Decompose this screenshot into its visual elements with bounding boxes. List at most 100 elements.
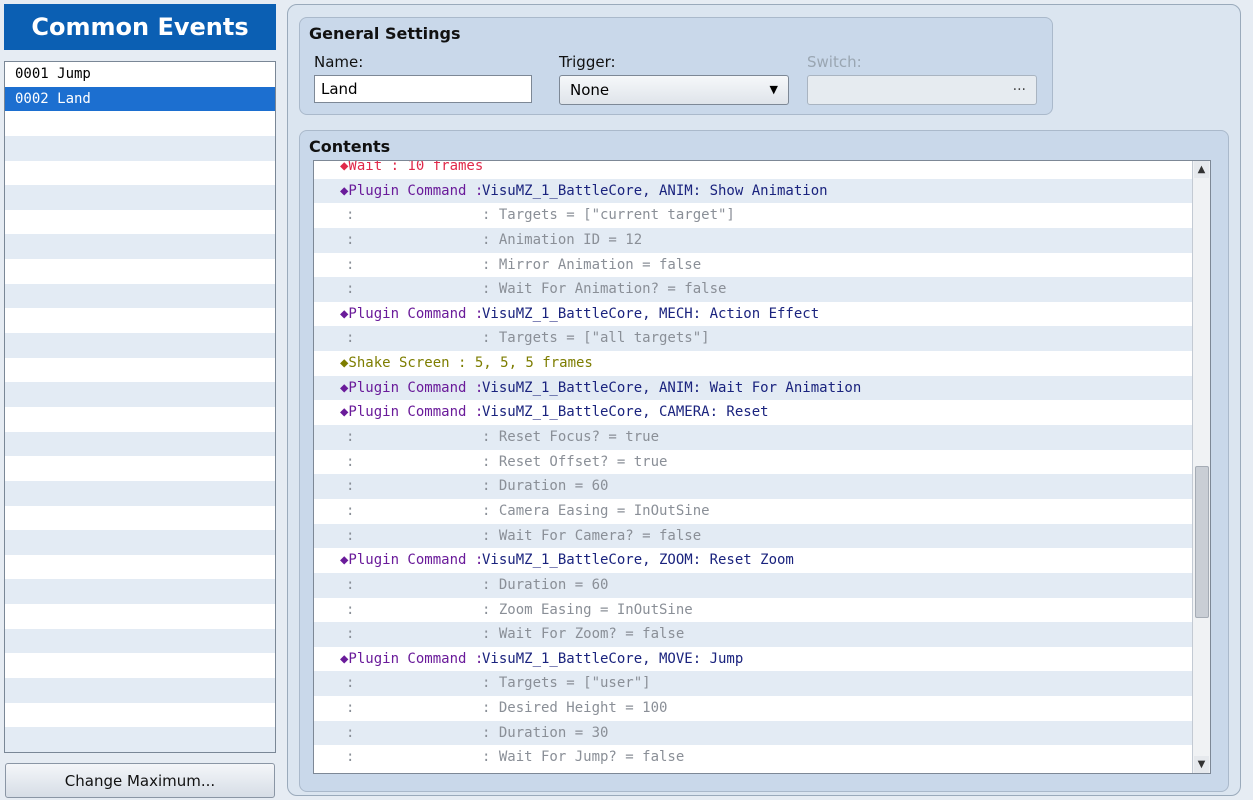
event-command-list[interactable]: ◆Wait : 10 frames ◆Plugin Command : VisuM…: [313, 160, 1211, 774]
event-list-empty-row[interactable]: [5, 135, 275, 161]
command-parameters: : Wait For Camera? = false: [482, 527, 702, 544]
event-list-item[interactable]: 0001 Jump: [5, 62, 275, 87]
command-row[interactable]: :: Wait For Zoom? = false: [314, 622, 1204, 647]
command-label: :: [346, 576, 355, 593]
command-label: :: [346, 281, 355, 298]
command-row[interactable]: :: Targets = ["all targets"]: [314, 326, 1204, 352]
switch-ellipsis-button: ...: [1012, 78, 1026, 94]
command-row[interactable]: :: Desired Height = 100: [314, 696, 1204, 721]
event-list-empty-row[interactable]: [5, 185, 275, 210]
command-row[interactable]: ◆Plugin Command : VisuMZ_1_BattleCore, M…: [314, 647, 1204, 672]
event-list-empty-row[interactable]: [5, 111, 275, 136]
command-label: ◆Wait : 10 frames: [340, 160, 484, 174]
command-row[interactable]: :: Wait For Camera? = false: [314, 523, 1204, 549]
command-row[interactable]: ◆Plugin Command : VisuMZ_1_BattleCore, C…: [314, 400, 1204, 425]
command-parameters: : Wait For Zoom? = false: [482, 626, 685, 643]
command-parameters: : Zoom Easing = InOutSine: [482, 601, 693, 618]
general-settings-section: General Settings Name: Trigger: Switch: …: [299, 17, 1053, 115]
switch-field: ...: [807, 75, 1037, 105]
vertical-scrollbar[interactable]: ▲ ▼: [1192, 161, 1210, 773]
command-row[interactable]: ◆Wait : 10 frames: [314, 160, 1204, 179]
command-label: :: [346, 724, 355, 741]
command-row[interactable]: :: Reset Offset? = true: [314, 450, 1204, 475]
event-list-empty-row[interactable]: [5, 431, 275, 457]
command-label: :: [346, 675, 355, 692]
event-list-empty-row[interactable]: [5, 161, 275, 186]
arrow-up-icon[interactable]: ▲: [1194, 161, 1209, 178]
command-label: :: [346, 700, 355, 717]
command-row[interactable]: : : Wait For Animation? = false: [314, 277, 1204, 302]
command-label: :: [346, 453, 355, 470]
event-list-empty-row[interactable]: [5, 480, 275, 506]
command-parameters: VisuMZ_1_BattleCore, MECH: Action Effect: [482, 305, 820, 322]
event-list-empty-row[interactable]: [5, 333, 275, 358]
command-label: :: [346, 478, 355, 495]
command-label: ◆Plugin Command :: [340, 404, 492, 421]
command-label: :: [346, 256, 355, 273]
command-label: ◆Shake Screen : 5, 5, 5 frames: [340, 355, 593, 372]
command-row[interactable]: ◆Plugin Command : VisuMZ_1_BattleCore, A…: [314, 375, 1204, 401]
scroll-thumb[interactable]: [1195, 466, 1209, 618]
command-label: :: [346, 429, 355, 446]
command-row[interactable]: : : Duration = 30: [314, 720, 1204, 746]
chevron-down-icon: ▼: [769, 83, 778, 96]
command-row[interactable]: : : Reset Focus? = true: [314, 425, 1204, 450]
event-list-empty-row[interactable]: [5, 234, 275, 260]
name-input[interactable]: Land: [314, 75, 532, 103]
command-row[interactable]: ◆Plugin Command : VisuMZ_1_BattleCore, Z…: [314, 548, 1204, 573]
command-row[interactable]: :: Zoom Easing = InOutSine: [314, 598, 1204, 623]
event-list-empty-row[interactable]: [5, 530, 275, 555]
event-list-empty-row[interactable]: [5, 456, 275, 481]
command-parameters: : Wait For Animation? = false: [482, 281, 727, 298]
event-list-empty-row[interactable]: [5, 703, 275, 728]
command-label: ◆Plugin Command :: [340, 305, 492, 322]
event-list-empty-row[interactable]: [5, 382, 275, 407]
command-row[interactable]: :: Camera Easing = InOutSine: [314, 499, 1204, 524]
change-maximum-button[interactable]: Change Maximum...: [5, 763, 275, 798]
event-list[interactable]: 0001 Jump 0002 Land: [4, 61, 276, 753]
command-row[interactable]: ◆Shake Screen : 5, 5, 5 frames: [314, 351, 1204, 376]
command-row[interactable]: :: Duration = 60: [314, 474, 1204, 499]
command-label: ◆Plugin Command :: [340, 650, 492, 667]
command-parameters: : Targets = ["all targets"]: [482, 330, 710, 347]
event-list-empty-row[interactable]: [5, 727, 275, 752]
event-list-empty-row[interactable]: [5, 407, 275, 432]
command-parameters: : Targets = ["current target"]: [482, 207, 735, 224]
command-label: ◆Plugin Command :: [340, 552, 492, 569]
command-parameters: : Duration = 60: [482, 576, 609, 593]
event-list-empty-row[interactable]: [5, 506, 275, 531]
command-label: :: [346, 502, 355, 519]
event-list-empty-row[interactable]: [5, 678, 275, 703]
contents-title: Contents: [309, 137, 391, 156]
contents-section: Contents ◆Wait : 10 frames ◆Plugin Comman…: [299, 130, 1229, 792]
event-list-empty-row[interactable]: [5, 555, 275, 580]
event-list-item[interactable]: 0002 Land: [5, 86, 275, 112]
event-list-empty-row[interactable]: [5, 604, 275, 629]
event-list-empty-row[interactable]: [5, 358, 275, 383]
trigger-select[interactable]: None ▼: [559, 75, 789, 105]
event-list-empty-row[interactable]: [5, 259, 275, 284]
event-list-empty-row[interactable]: [5, 628, 275, 654]
command-label: :: [346, 207, 355, 224]
common-events-title: Common Events: [4, 4, 276, 50]
command-parameters: : Duration = 30: [482, 724, 609, 741]
command-row[interactable]: : : Mirror Animation = false: [314, 253, 1204, 278]
command-label: ◆Plugin Command :: [340, 182, 492, 199]
event-list-empty-row[interactable]: [5, 283, 275, 309]
command-parameters: : Reset Focus? = true: [482, 429, 660, 446]
command-row[interactable]: :: Animation ID = 12: [314, 227, 1204, 253]
command-label: :: [346, 231, 355, 248]
command-row[interactable]: : : Targets = ["current target"]: [314, 203, 1204, 228]
event-list-empty-row[interactable]: [5, 579, 275, 605]
event-list-empty-row[interactable]: [5, 308, 275, 333]
command-row[interactable]: : : Duration = 60: [314, 572, 1204, 598]
event-list-empty-row[interactable]: [5, 653, 275, 678]
command-parameters: : Mirror Animation = false: [482, 256, 702, 273]
trigger-label: Trigger:: [559, 53, 616, 71]
arrow-down-icon[interactable]: ▼: [1194, 756, 1209, 773]
command-row[interactable]: ◆Plugin Command : VisuMZ_1_BattleCore, M…: [314, 302, 1204, 327]
command-row[interactable]: :: Wait For Jump? = false: [314, 745, 1204, 770]
command-row[interactable]: ◆Plugin Command : VisuMZ_1_BattleCore, A…: [314, 178, 1204, 204]
command-row[interactable]: :: Targets = ["user"]: [314, 671, 1204, 697]
event-list-empty-row[interactable]: [5, 210, 275, 235]
